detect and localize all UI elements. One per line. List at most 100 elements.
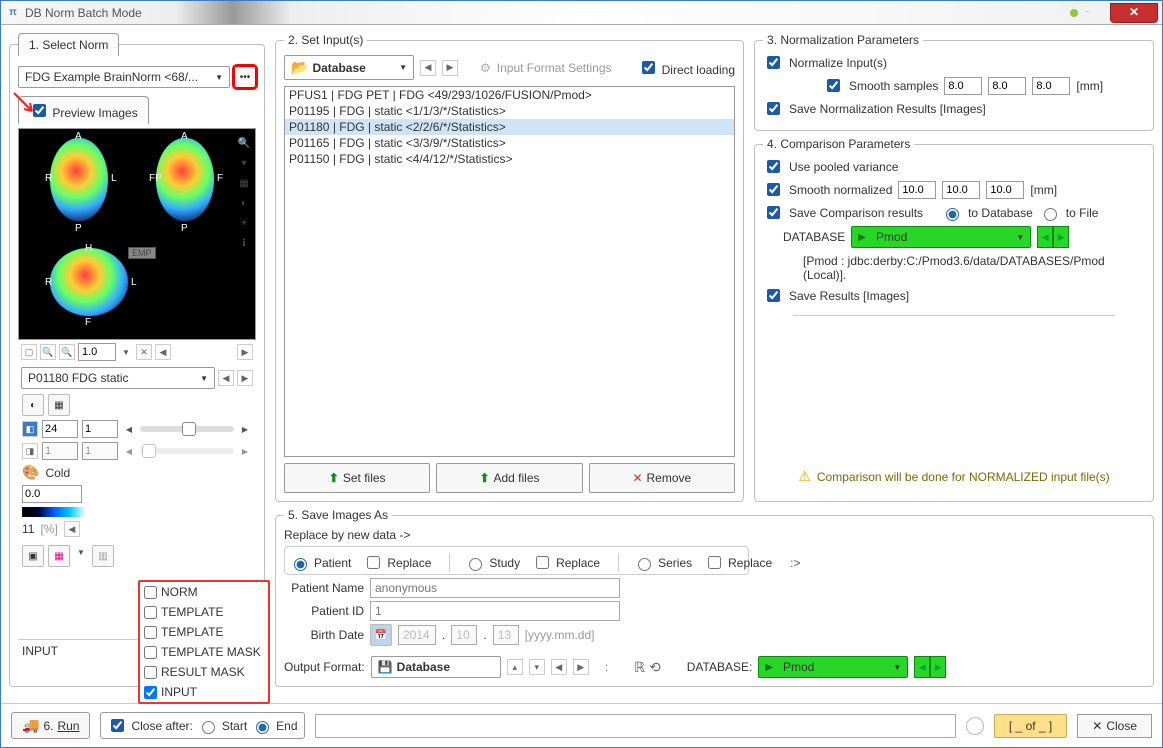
- series-replace-cb[interactable]: [708, 556, 721, 569]
- list-item[interactable]: PFUS1 | FDG PET | FDG <49/293/1026/FUSIO…: [285, 87, 734, 103]
- layer-result-mask-cb[interactable]: [144, 666, 157, 679]
- close-start-radio[interactable]: [202, 721, 215, 734]
- set-files-button[interactable]: ⬆Set files: [284, 463, 430, 493]
- nav-right-icon[interactable]: ▶: [237, 370, 253, 386]
- nav-left-icon[interactable]: ◀: [1037, 226, 1053, 248]
- nav-left-icon[interactable]: ◀: [155, 344, 171, 360]
- layer-input-cb[interactable]: [144, 686, 157, 699]
- progress-counter[interactable]: [ _ of _ ]: [994, 714, 1067, 738]
- grid-icon[interactable]: ▦: [48, 545, 70, 567]
- grid-icon[interactable]: ▦: [48, 394, 70, 416]
- dec-icon[interactable]: ◀: [122, 422, 136, 436]
- reorient-icon[interactable]: ℝ ⟲: [634, 659, 661, 676]
- contrast-icon[interactable]: ◐: [237, 197, 251, 211]
- checkbox-icon[interactable]: ▢: [21, 344, 37, 360]
- slider-icon[interactable]: ◧: [22, 421, 38, 437]
- calendar-icon[interactable]: 📅: [370, 624, 392, 646]
- list-item[interactable]: P01195 | FDG | static <1/1/3/*/Statistic…: [285, 103, 734, 119]
- output-format-selector[interactable]: 💾 Database: [371, 656, 501, 678]
- nav-left-icon[interactable]: ◀: [64, 521, 80, 537]
- smoothn-y[interactable]: [942, 181, 980, 199]
- nav-right-icon[interactable]: ▶: [442, 60, 458, 76]
- database-label: DATABASE: [783, 230, 845, 244]
- database-selector[interactable]: ▶ Pmod ▼: [851, 226, 1031, 248]
- chevron-down-icon[interactable]: ▼: [119, 345, 133, 359]
- direct-loading-cb[interactable]: [642, 61, 655, 74]
- list-item[interactable]: P01180 | FDG | static <2/2/6/*/Statistic…: [285, 119, 734, 135]
- save-comparison-cb[interactable]: [767, 206, 780, 219]
- run-button[interactable]: 🚚 6. Run: [11, 712, 90, 739]
- source-label: Database: [312, 61, 365, 75]
- close-after-cb[interactable]: [111, 719, 124, 732]
- smooth-normalized-cb[interactable]: [767, 183, 780, 196]
- remove-button[interactable]: ✕Remove: [589, 463, 735, 493]
- layer-template-mask-cb[interactable]: [144, 646, 157, 659]
- chevron-up-icon[interactable]: ▴: [507, 659, 523, 675]
- nav-left-icon[interactable]: ◀: [218, 370, 234, 386]
- brain-preview[interactable]: A R L P A FP F P EMP H R L F: [19, 129, 255, 339]
- nav-left-icon[interactable]: ◀: [420, 60, 436, 76]
- patient-radio[interactable]: [294, 558, 307, 571]
- norm-browse-button[interactable]: •••: [234, 66, 256, 88]
- zoom-value[interactable]: [78, 343, 116, 361]
- smoothn-z[interactable]: [986, 181, 1024, 199]
- zoom-in-icon[interactable]: 🔍: [40, 344, 56, 360]
- normalize-cb[interactable]: [767, 56, 780, 69]
- slice-step[interactable]: [82, 420, 118, 438]
- nav-right-icon[interactable]: ▶: [573, 659, 589, 675]
- study-radio[interactable]: [469, 558, 482, 571]
- save-norm-cb[interactable]: [767, 102, 780, 115]
- patient-id-field[interactable]: [370, 601, 620, 621]
- info-icon[interactable]: ℹ: [237, 237, 251, 251]
- list-item[interactable]: P01165 | FDG | static <3/3/9/*/Statistic…: [285, 135, 734, 151]
- patient-replace-cb[interactable]: [367, 556, 380, 569]
- inc-icon[interactable]: ▶: [238, 422, 252, 436]
- layer-template-cb[interactable]: [144, 606, 157, 619]
- study-replace-cb[interactable]: [536, 556, 549, 569]
- layer-template-cb[interactable]: [144, 626, 157, 639]
- close-window-button[interactable]: ✕: [1110, 3, 1158, 23]
- norm-selector[interactable]: FDG Example BrainNorm <68/... ▼: [18, 66, 230, 88]
- pooled-variance-cb[interactable]: [767, 160, 780, 173]
- output-database-selector[interactable]: ▶ Pmod ▼: [758, 656, 908, 678]
- layer-norm-cb[interactable]: [144, 586, 157, 599]
- select-norm-tab[interactable]: 1. Select Norm: [18, 33, 119, 56]
- layout-icon[interactable]: ▣: [22, 545, 44, 567]
- save-results-cb[interactable]: [767, 289, 780, 302]
- zoom-in-icon[interactable]: 🔍: [237, 137, 251, 151]
- preview-images-tab[interactable]: Preview Images: [18, 96, 149, 124]
- list-item[interactable]: P01150 | FDG | static <4/4/12/*/Statisti…: [285, 151, 734, 167]
- image-selector[interactable]: P01180 FDG static ▼: [21, 367, 215, 389]
- slice-slider[interactable]: [140, 426, 234, 432]
- source-selector[interactable]: 📂 Database ▼: [284, 55, 414, 80]
- select-norm-panel: 1. Select Norm FDG Example BrainNorm <68…: [9, 33, 265, 687]
- add-files-button[interactable]: ⬆Add files: [436, 463, 582, 493]
- chevron-down-icon[interactable]: ▼: [74, 545, 88, 559]
- grid-icon[interactable]: ▦: [237, 177, 251, 191]
- patient-name-field[interactable]: [370, 578, 620, 598]
- palette-icon[interactable]: 🎨: [22, 464, 39, 481]
- chevron-down-icon[interactable]: ▾: [529, 659, 545, 675]
- contrast-icon[interactable]: ◐: [22, 394, 44, 416]
- to-file-radio[interactable]: [1044, 208, 1057, 221]
- nav-right-icon[interactable]: ▶: [237, 344, 253, 360]
- smooth-x[interactable]: [944, 77, 982, 95]
- sun-icon[interactable]: ☀: [237, 217, 251, 231]
- slice-index[interactable]: [42, 420, 78, 438]
- close-button[interactable]: ✕ Close: [1077, 714, 1152, 738]
- arrow-down-icon[interactable]: ▾: [237, 157, 251, 171]
- nav-right-icon[interactable]: ▶: [930, 656, 946, 678]
- smooth-samples-cb[interactable]: [827, 79, 840, 92]
- smoothn-x[interactable]: [898, 181, 936, 199]
- smooth-y[interactable]: [988, 77, 1026, 95]
- to-database-radio[interactable]: [946, 208, 959, 221]
- nav-left-icon[interactable]: ◀: [551, 659, 567, 675]
- nav-right-icon[interactable]: ▶: [1053, 226, 1069, 248]
- smooth-z[interactable]: [1032, 77, 1070, 95]
- close-end-radio[interactable]: [256, 721, 269, 734]
- nav-left-icon[interactable]: ◀: [914, 656, 930, 678]
- series-radio[interactable]: [638, 558, 651, 571]
- lower-threshold[interactable]: [22, 485, 82, 503]
- layer-menu[interactable]: NORM TEMPLATE TEMPLATE TEMPLATE MASK RES…: [138, 580, 270, 704]
- inputs-list[interactable]: PFUS1 | FDG PET | FDG <49/293/1026/FUSIO…: [284, 86, 735, 457]
